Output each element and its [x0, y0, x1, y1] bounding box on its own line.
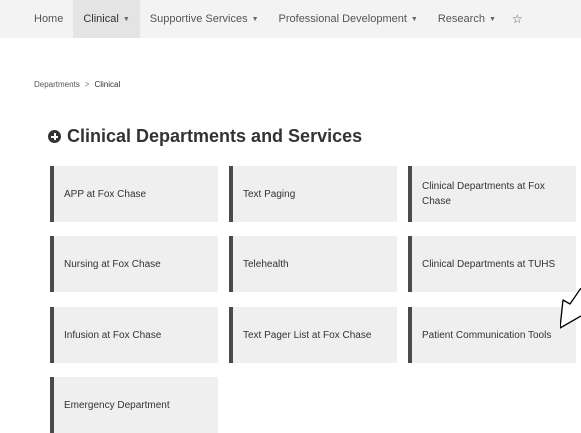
- card-clinical-departments-tuhs[interactable]: Clinical Departments at TUHS: [408, 236, 576, 292]
- breadcrumb: Departments > Clinical: [34, 80, 120, 89]
- breadcrumb-separator-icon: >: [84, 80, 90, 89]
- card-text-paging[interactable]: Text Paging: [229, 166, 397, 222]
- nav-item-supportive-services[interactable]: Supportive Services ▼: [140, 0, 269, 38]
- card-infusion-at-fox-chase[interactable]: Infusion at Fox Chase: [50, 307, 218, 363]
- card-label: Telehealth: [243, 258, 289, 270]
- caret-down-icon: ▼: [122, 15, 130, 23]
- card-clinical-departments-fox-chase[interactable]: Clinical Departments at Fox Chase: [408, 166, 576, 222]
- card-telehealth[interactable]: Telehealth: [229, 236, 397, 292]
- card-label: Nursing at Fox Chase: [64, 258, 161, 270]
- nav-item-label: Home: [34, 13, 64, 25]
- card-label: APP at Fox Chase: [64, 188, 147, 200]
- nav-item-label: Research: [437, 13, 485, 25]
- card-label: Clinical Departments at Fox Chase: [422, 181, 545, 207]
- caret-down-icon: ▼: [488, 15, 496, 23]
- card-label: Patient Communication Tools: [422, 329, 552, 341]
- nav-item-clinical[interactable]: Clinical ▼: [73, 0, 140, 38]
- star-outline-icon[interactable]: ☆: [506, 0, 529, 38]
- nav-item-professional-development[interactable]: Professional Development ▼: [269, 0, 428, 38]
- card-text-pager-list[interactable]: Text Pager List at Fox Chase: [229, 307, 397, 363]
- card-label: Infusion at Fox Chase: [64, 329, 162, 341]
- card-label: Text Paging: [243, 188, 296, 200]
- page-heading: Clinical Departments and Services: [48, 126, 362, 147]
- nav-item-label: Clinical: [83, 13, 119, 25]
- nav-item-home[interactable]: Home: [0, 0, 73, 38]
- card-emergency-department[interactable]: Emergency Department: [50, 377, 218, 433]
- caret-down-icon: ▼: [251, 15, 259, 23]
- card-patient-communication-tools[interactable]: Patient Communication Tools: [408, 307, 576, 363]
- card-nursing-at-fox-chase[interactable]: Nursing at Fox Chase: [50, 236, 218, 292]
- top-navigation-bar: Home Clinical ▼ Supportive Services ▼ Pr…: [0, 0, 581, 38]
- breadcrumb-link-departments[interactable]: Departments: [34, 80, 80, 89]
- page-title: Clinical Departments and Services: [67, 126, 363, 146]
- caret-down-icon: ▼: [410, 15, 418, 23]
- card-label: Clinical Departments at TUHS: [422, 258, 556, 270]
- nav-item-label: Professional Development: [278, 13, 407, 25]
- breadcrumb-current: Clinical: [94, 80, 121, 89]
- card-label: Emergency Department: [64, 399, 170, 411]
- mouse-cursor-icon: [560, 288, 581, 329]
- card-label: Text Pager List at Fox Chase: [243, 329, 372, 341]
- card-app-at-fox-chase[interactable]: APP at Fox Chase: [50, 166, 218, 222]
- plus-circle-icon: [48, 130, 61, 143]
- nav-item-label: Supportive Services: [149, 13, 248, 25]
- nav-item-research[interactable]: Research ▼: [428, 0, 506, 38]
